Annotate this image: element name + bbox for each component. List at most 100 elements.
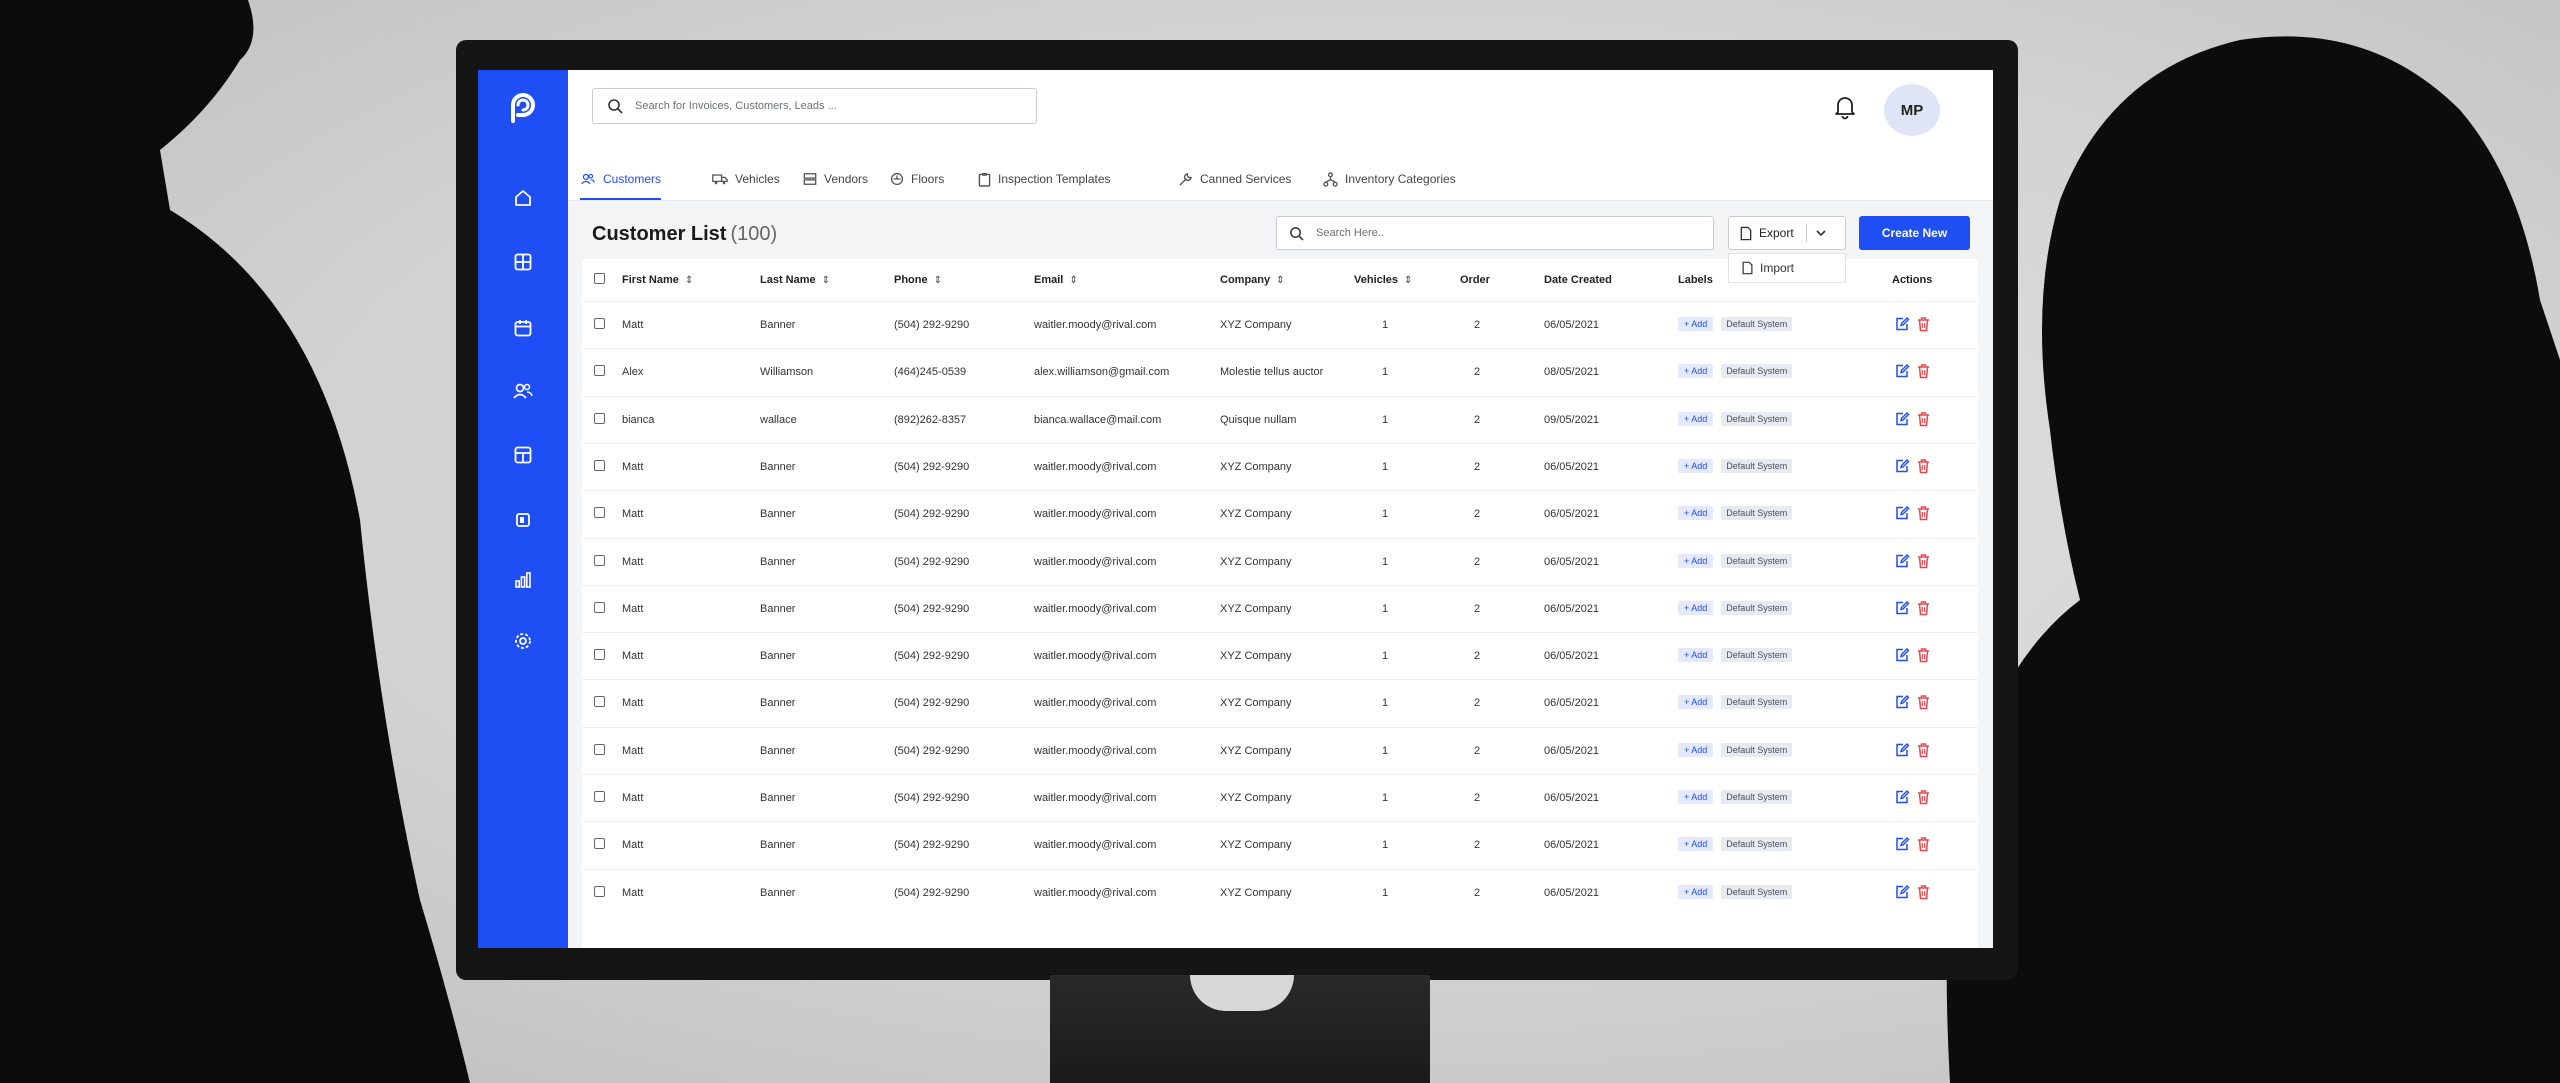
edit-icon[interactable] (1894, 742, 1910, 761)
add-label-button[interactable]: + Add (1678, 790, 1714, 804)
add-label-button[interactable]: + Add (1678, 695, 1714, 710)
tab-floors[interactable]: Floors (890, 160, 944, 198)
add-label-button[interactable]: + Add (1678, 506, 1714, 521)
user-avatar[interactable]: MP (1884, 84, 1940, 136)
add-label-button[interactable]: + Add (1678, 742, 1714, 757)
edit-icon[interactable] (1894, 316, 1910, 335)
notification-bell-icon[interactable] (1832, 94, 1858, 120)
header-last-name[interactable]: Last Name ⇕ (760, 274, 830, 286)
delete-icon[interactable] (1916, 600, 1931, 619)
header-email[interactable]: Email ⇕ (1034, 274, 1078, 286)
table-row[interactable]: Alex Williamson (464)245-0539 alex.williams… (582, 348, 1978, 396)
edit-icon[interactable] (1894, 600, 1910, 619)
row-checkbox[interactable] (594, 885, 605, 897)
row-checkbox[interactable] (594, 696, 605, 708)
edit-icon[interactable] (1894, 789, 1910, 808)
table-row[interactable]: Matt Banner (504) 292-9290 waitler.moody@ri… (582, 726, 1978, 775)
table-row[interactable]: Matt Banner (504) 292-9290 waitler.moody@ri… (582, 821, 1978, 869)
edit-icon[interactable] (1894, 884, 1910, 903)
delete-icon[interactable] (1916, 884, 1931, 903)
row-checkbox[interactable] (594, 365, 605, 377)
tab-canned-services[interactable]: Canned Services (1178, 160, 1291, 198)
reports-chart-icon[interactable] (508, 565, 538, 595)
delete-icon[interactable] (1916, 836, 1931, 855)
tab-vendors[interactable]: Vendors (803, 160, 868, 198)
add-label-button[interactable]: + Add (1678, 458, 1714, 473)
row-checkbox[interactable] (594, 601, 605, 613)
row-checkbox[interactable] (594, 459, 605, 471)
add-label-button[interactable]: + Add (1678, 553, 1714, 568)
delete-icon[interactable] (1916, 458, 1931, 477)
table-row[interactable]: Matt Banner (504) 292-9290 waitler.moody@ri… (582, 632, 1978, 680)
tab-customers[interactable]: Customers (580, 160, 662, 200)
edit-icon[interactable] (1894, 647, 1910, 666)
header-company[interactable]: Company ⇕ (1220, 274, 1285, 286)
add-label-button[interactable]: + Add (1678, 411, 1714, 426)
table-row[interactable]: bianca wallace (892)262-8357 bianca.wallace… (582, 395, 1978, 444)
row-checkbox[interactable] (594, 743, 605, 755)
settings-gear-icon[interactable] (508, 626, 538, 656)
select-all-checkbox[interactable] (594, 273, 605, 284)
edit-icon[interactable] (1894, 694, 1910, 713)
delete-icon[interactable] (1916, 553, 1931, 572)
edit-icon[interactable] (1894, 836, 1910, 855)
header-first-name[interactable]: First Name ⇕ (622, 274, 693, 286)
dashboard-grid-icon[interactable] (508, 247, 538, 277)
list-search-input[interactable] (1314, 226, 1698, 240)
chevron-down-icon[interactable] (1815, 227, 1827, 239)
edit-icon[interactable] (1894, 553, 1910, 572)
cell-date: 06/05/2021 (1544, 508, 1600, 521)
delete-icon[interactable] (1916, 505, 1931, 524)
row-checkbox[interactable] (594, 791, 605, 802)
delete-icon[interactable] (1916, 411, 1931, 430)
edit-icon[interactable] (1894, 505, 1910, 524)
row-checkbox[interactable] (594, 838, 605, 850)
table-row[interactable]: Matt Banner (504) 292-9290 waitler.moody@ri… (582, 490, 1978, 538)
app-logo[interactable] (503, 88, 543, 128)
export-button[interactable]: Export (1728, 216, 1846, 250)
add-label-button[interactable]: + Add (1678, 364, 1714, 379)
delete-icon[interactable] (1916, 742, 1931, 761)
table-row[interactable]: Matt Banner (504) 292-9290 waitler.moody@ri… (582, 584, 1978, 633)
header-vehicles[interactable]: Vehicles ⇕ (1354, 274, 1412, 286)
tab-inspection-templates[interactable]: Inspection Templates (978, 160, 1111, 198)
row-checkbox[interactable] (594, 507, 605, 519)
calendar-icon[interactable] (508, 313, 538, 343)
edit-icon[interactable] (1894, 458, 1910, 477)
tab-inventory-categories[interactable]: Inventory Categories (1323, 160, 1456, 198)
delete-icon[interactable] (1916, 316, 1931, 335)
add-label-button[interactable]: + Add (1678, 837, 1714, 852)
row-checkbox[interactable] (594, 412, 605, 424)
tab-vehicles[interactable]: Vehicles (712, 160, 780, 198)
delete-icon[interactable] (1916, 789, 1931, 808)
table-row[interactable]: Matt Banner (504) 292-9290 waitler.moody@ri… (582, 679, 1978, 727)
add-label-button[interactable]: + Add (1678, 884, 1714, 899)
vehicle-icon[interactable] (508, 505, 538, 535)
table-row[interactable]: Matt Banner (504) 292-9290 waitler.moody@ri… (582, 442, 1978, 491)
edit-icon[interactable] (1894, 411, 1910, 430)
row-checkbox[interactable] (594, 318, 605, 329)
add-label-button[interactable]: + Add (1678, 648, 1714, 663)
delete-icon[interactable] (1916, 363, 1931, 382)
row-checkbox[interactable] (594, 649, 605, 661)
header-phone[interactable]: Phone ⇕ (894, 274, 942, 286)
row-checkbox[interactable] (594, 554, 605, 566)
list-search[interactable] (1276, 216, 1714, 250)
table-row[interactable]: Matt Banner (504) 292-9290 waitler.moody@ri… (582, 301, 1978, 349)
inventory-grid-icon[interactable] (508, 440, 538, 470)
table-row[interactable]: Matt Banner (504) 292-9290 waitler.moody@ri… (582, 868, 1978, 917)
home-icon[interactable] (508, 183, 538, 213)
import-menu-item[interactable]: Import (1728, 253, 1846, 283)
create-new-button[interactable]: Create New (1859, 216, 1970, 250)
add-label-button[interactable]: + Add (1678, 317, 1714, 331)
add-label-button[interactable]: + Add (1678, 600, 1714, 615)
delete-icon[interactable] (1916, 694, 1931, 713)
table-row[interactable]: Matt Banner (504) 292-9290 waitler.moody@ri… (582, 537, 1978, 586)
global-search-input[interactable] (633, 99, 1017, 113)
edit-icon[interactable] (1894, 363, 1910, 382)
global-search[interactable] (592, 88, 1037, 124)
users-icon[interactable] (508, 376, 538, 406)
cell-first: Matt (622, 319, 644, 331)
table-row[interactable]: Matt Banner (504) 292-9290 waitler.moody@ri… (582, 774, 1978, 822)
delete-icon[interactable] (1916, 647, 1931, 666)
